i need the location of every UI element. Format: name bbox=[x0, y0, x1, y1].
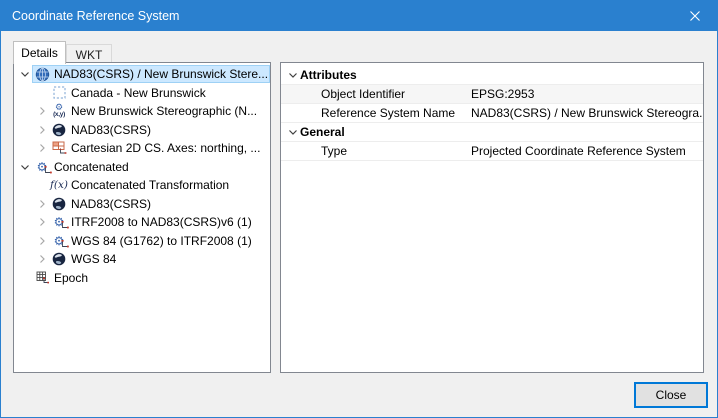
tab-wkt-label: WKT bbox=[76, 48, 103, 62]
property-value: NAD83(CSRS) / New Brunswick Stereogra... bbox=[471, 106, 703, 120]
tree-item-label: Cartesian 2D CS. Axes: northing, ... bbox=[68, 141, 260, 155]
property-group-attributes[interactable]: Attributes bbox=[281, 66, 703, 85]
chevron-right-icon[interactable] bbox=[35, 142, 49, 154]
chevron-right-icon[interactable] bbox=[35, 124, 49, 136]
operation-gear-icon: ⚙ bbox=[50, 214, 68, 230]
globe-dark-icon bbox=[50, 122, 68, 138]
chevron-none bbox=[35, 179, 49, 191]
property-name: Object Identifier bbox=[321, 87, 471, 101]
operation-gear-icon: ⚙ bbox=[33, 159, 51, 175]
close-icon[interactable] bbox=[672, 1, 717, 31]
tree-item-label: WGS 84 bbox=[68, 252, 116, 266]
tree-item-concatenated-transformation[interactable]: f(x) Concatenated Transformation bbox=[14, 176, 270, 195]
chevron-right-icon[interactable] bbox=[35, 253, 49, 265]
epoch-icon bbox=[33, 270, 51, 286]
operation-gear-icon: ⚙ bbox=[50, 233, 68, 249]
tree-item-label: Epoch bbox=[51, 271, 88, 285]
tree-item-label: NAD83(CSRS) bbox=[68, 123, 151, 137]
chevron-down-icon[interactable] bbox=[18, 68, 32, 80]
tab-wkt[interactable]: WKT bbox=[66, 44, 112, 64]
crs-tree: NAD83(CSRS) / New Brunswick Stere... Can… bbox=[14, 63, 270, 287]
chevron-right-icon[interactable] bbox=[35, 216, 49, 228]
dialog-title: Coordinate Reference System bbox=[1, 9, 179, 23]
property-name: Type bbox=[321, 144, 471, 158]
globe-dark-icon bbox=[50, 251, 68, 267]
tree-item-label: Concatenated bbox=[51, 160, 129, 174]
property-row-object-identifier[interactable]: Object Identifier EPSG:2953 bbox=[281, 85, 703, 104]
tree-item-base-crs[interactable]: NAD83(CSRS) bbox=[14, 121, 270, 140]
tree-item-label: NAD83(CSRS) / New Brunswick Stere... bbox=[51, 67, 268, 81]
chevron-down-icon[interactable] bbox=[286, 127, 300, 137]
crs-properties-panel: Attributes Object Identifier EPSG:2953 R… bbox=[280, 62, 704, 373]
chevron-down-icon[interactable] bbox=[18, 161, 32, 173]
cartesian-cs-icon bbox=[50, 140, 68, 156]
tree-item-source-crs[interactable]: NAD83(CSRS) bbox=[14, 195, 270, 214]
tree-item-label: Concatenated Transformation bbox=[68, 178, 229, 192]
chevron-none bbox=[18, 272, 32, 284]
tree-item-conversion[interactable]: ⚙ (x,y) New Brunswick Stereographic (N..… bbox=[14, 102, 270, 121]
close-button-label: Close bbox=[656, 388, 687, 402]
tree-item-label: New Brunswick Stereographic (N... bbox=[68, 104, 257, 118]
tree-item-label: ITRF2008 to NAD83(CSRS)v6 (1) bbox=[68, 215, 252, 229]
chevron-right-icon[interactable] bbox=[35, 105, 49, 117]
chevron-right-icon[interactable] bbox=[35, 235, 49, 247]
tree-item-transformation-1[interactable]: ⚙ ITRF2008 to NAD83(CSRS)v6 (1) bbox=[14, 213, 270, 232]
chevron-right-icon[interactable] bbox=[35, 198, 49, 210]
tree-item-label: Canada - New Brunswick bbox=[68, 86, 206, 100]
property-group-general[interactable]: General bbox=[281, 123, 703, 142]
property-value: EPSG:2953 bbox=[471, 87, 703, 101]
tab-details[interactable]: Details bbox=[13, 41, 66, 64]
function-icon: f(x) bbox=[50, 177, 68, 193]
crs-dialog: Coordinate Reference System Details WKT bbox=[0, 0, 718, 418]
tree-item-label: NAD83(CSRS) bbox=[68, 197, 151, 211]
globe-grid-icon bbox=[33, 66, 51, 82]
tree-item-concatenated[interactable]: ⚙ Concatenated bbox=[14, 158, 270, 177]
property-value: Projected Coordinate Reference System bbox=[471, 144, 703, 158]
tree-item-extent[interactable]: Canada - New Brunswick bbox=[14, 84, 270, 103]
chevron-none bbox=[35, 87, 49, 99]
globe-dark-icon bbox=[50, 196, 68, 212]
titlebar: Coordinate Reference System bbox=[1, 1, 717, 31]
property-name: Reference System Name bbox=[321, 106, 471, 120]
chevron-down-icon[interactable] bbox=[286, 70, 300, 80]
tree-item-target-crs[interactable]: WGS 84 bbox=[14, 250, 270, 269]
tree-item-epoch[interactable]: Epoch bbox=[14, 269, 270, 288]
property-group-label: General bbox=[300, 125, 345, 139]
extent-icon bbox=[50, 85, 68, 101]
close-button[interactable]: Close bbox=[634, 382, 708, 408]
property-row-reference-system-name[interactable]: Reference System Name NAD83(CSRS) / New … bbox=[281, 104, 703, 123]
crs-tree-panel: NAD83(CSRS) / New Brunswick Stere... Can… bbox=[13, 62, 271, 373]
tree-item-coordinate-system[interactable]: Cartesian 2D CS. Axes: northing, ... bbox=[14, 139, 270, 158]
projection-icon: ⚙ (x,y) bbox=[50, 103, 68, 119]
tree-item-crs-root[interactable]: NAD83(CSRS) / New Brunswick Stere... bbox=[14, 65, 270, 84]
tab-details-label: Details bbox=[21, 46, 58, 60]
property-row-type[interactable]: Type Projected Coordinate Reference Syst… bbox=[281, 142, 703, 161]
tree-item-transformation-2[interactable]: ⚙ WGS 84 (G1762) to ITRF2008 (1) bbox=[14, 232, 270, 251]
property-group-label: Attributes bbox=[300, 68, 357, 82]
tree-item-label: WGS 84 (G1762) to ITRF2008 (1) bbox=[68, 234, 252, 248]
